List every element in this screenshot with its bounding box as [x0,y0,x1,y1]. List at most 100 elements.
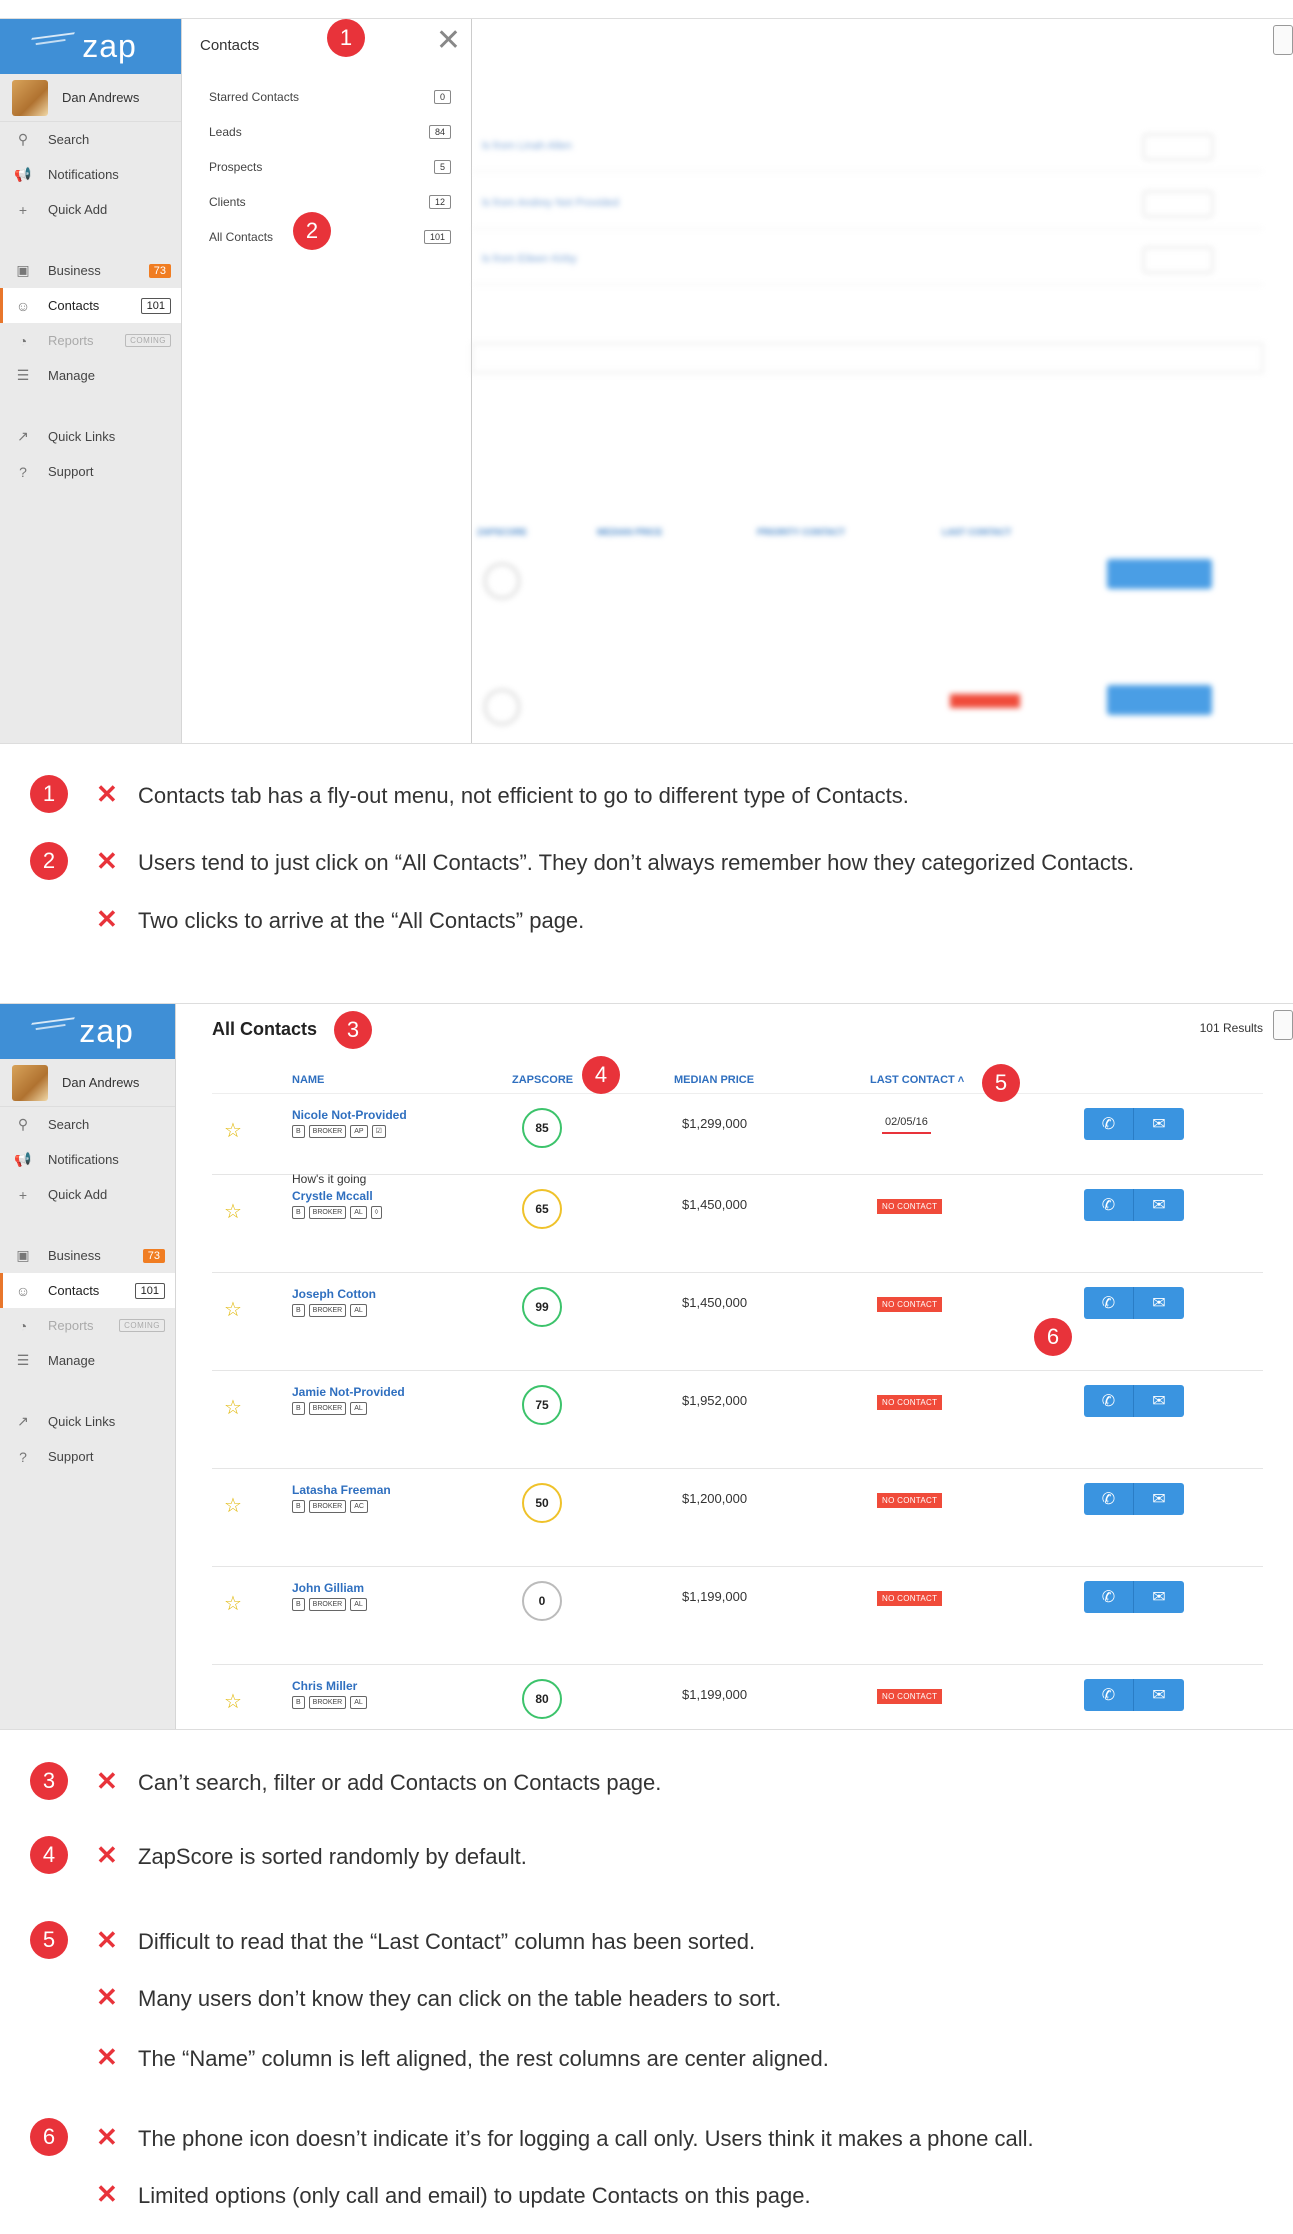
phone-icon[interactable]: ✆ [1084,1483,1134,1515]
star-icon[interactable]: ☆ [224,1199,242,1224]
contact-name[interactable]: Nicole Not-Provided [292,1108,407,1122]
zap-logo[interactable]: zap [0,19,181,74]
star-icon[interactable]: ☆ [224,1395,242,1420]
pie-chart-icon: ◔ [18,1317,28,1334]
briefcase-icon: ▣ [16,262,30,278]
flyout-title: Contacts [200,37,260,54]
contact-tag: ☑ [371,1125,386,1138]
email-icon[interactable]: ✉ [1134,1287,1184,1319]
contact-name[interactable]: Jamie Not-Provided [292,1385,405,1399]
panel-icon[interactable] [1273,25,1293,55]
sidebar-item-support[interactable]: ? Support [0,1439,175,1474]
marker-2: 2 [293,212,331,250]
user-profile[interactable]: Dan Andrews [0,1059,175,1107]
header-zapscore[interactable]: ZAPSCORE [512,1074,573,1086]
megaphone-icon: 📢 [14,166,32,182]
email-icon[interactable]: ✉ [1134,1189,1184,1221]
contact-name[interactable]: Crystle Mccall [292,1189,373,1203]
email-icon[interactable]: ✉ [1134,1385,1184,1417]
sidebar-item-notifications[interactable]: 📢 Notifications [0,157,181,192]
contact-tags: B BROKER AL [292,1696,367,1709]
header-name[interactable]: NAME [292,1074,324,1086]
sidebar-item-reports[interactable]: ◔ Reports COMING [0,1308,175,1343]
sidebar-item-business[interactable]: ▣ Business 73 [0,1238,175,1273]
x-icon: ✕ [96,1982,118,2012]
flyout-item-prospects[interactable]: Prospects 5 [209,149,451,184]
count-badge: 5 [433,159,451,174]
contact-tag: ◊ [370,1206,383,1219]
contact-name[interactable]: John Gilliam [292,1581,364,1595]
sidebar-item-quick-links[interactable]: ↗ Quick Links [0,1404,175,1439]
header-last-contact[interactable]: LAST CONTACT ˄ [870,1074,964,1086]
sidebar-item-search[interactable]: ⚲ Search [0,122,181,157]
median-price: $1,450,000 [682,1295,748,1310]
contact-name[interactable]: Latasha Freeman [292,1483,391,1497]
star-icon[interactable]: ☆ [224,1118,242,1143]
external-link-icon: ↗ [17,428,29,444]
phone-icon[interactable]: ✆ [1084,1189,1134,1221]
sidebar-item-quick-add[interactable]: + Quick Add [0,1177,175,1212]
star-icon[interactable]: ☆ [224,1493,242,1518]
phone-icon[interactable]: ✆ [1084,1385,1134,1417]
phone-icon[interactable]: ✆ [1084,1108,1134,1140]
x-icon: ✕ [96,2122,118,2152]
sidebar-item-contacts[interactable]: ☺ Contacts 101 [0,288,181,323]
email-icon[interactable]: ✉ [1134,1581,1184,1613]
phone-icon[interactable]: ✆ [1084,1287,1134,1319]
pie-chart-icon: ◔ [18,332,28,349]
table-row: ☆ Joseph Cotton B BROKER AL 99 $1,450,000 … [212,1273,1263,1371]
star-icon[interactable]: ☆ [224,1297,242,1322]
table-row: ☆ Chris Miller B BROKER AL 80 $1,199,000 N… [212,1665,1263,1729]
flyout-item-starred-contacts[interactable]: Starred Contacts 0 [209,79,451,114]
sidebar-item-reports[interactable]: ◔ Reports COMING [0,323,181,358]
zapscore-ring: 85 [522,1108,562,1148]
phone-icon[interactable]: ✆ [1084,1581,1134,1613]
panel-icon[interactable] [1273,1010,1293,1040]
contact-tags: B BROKER AL [292,1402,367,1415]
flyout-item-leads[interactable]: Leads 84 [209,114,451,149]
sidebar-item-quick-links[interactable]: ↗ Quick Links [0,419,181,454]
email-icon[interactable]: ✉ [1134,1108,1184,1140]
marker-5: 5 [982,1064,1020,1102]
row-actions: ✆ ✉ [1084,1189,1184,1221]
count-badge: 12 [428,194,451,209]
sidebar-item-search[interactable]: ⚲ Search [0,1107,175,1142]
count-badge: 101 [423,229,451,244]
sidebar-item-business[interactable]: ▣ Business 73 [0,253,181,288]
close-icon[interactable]: ✕ [436,23,461,58]
sidebar-item-notifications[interactable]: 📢 Notifications [0,1142,175,1177]
contact-tag: B [292,1206,305,1219]
row-actions: ✆ ✉ [1084,1581,1184,1613]
sidebar-item-support[interactable]: ? Support [0,454,181,489]
flyout-item-clients[interactable]: Clients 12 [209,184,451,219]
sidebar-badge: 73 [148,263,171,278]
sidebar-item-contacts[interactable]: ☺ Contacts 101 [0,1273,175,1308]
count-badge: 84 [428,124,451,139]
help-icon: ? [19,463,27,480]
email-icon[interactable]: ✉ [1134,1679,1184,1711]
contact-name[interactable]: Joseph Cotton [292,1287,376,1301]
median-price: $1,952,000 [682,1393,748,1408]
contact-name[interactable]: Chris Miller [292,1679,357,1693]
header-median-price[interactable]: MEDIAN PRICE [674,1074,754,1086]
nav-list: ⚲ Search 📢 Notifications + Quick Add ▣ Business… [0,122,181,489]
screenshot-flyout: zap Dan Andrews ⚲ Search 📢 Notifications + Qu… [0,18,1293,744]
zap-logo[interactable]: zap [0,1004,175,1059]
x-icon: ✕ [96,904,118,934]
avatar [12,79,48,116]
sidebar-item-manage[interactable]: ☰ Manage [0,358,181,393]
email-icon[interactable]: ✉ [1134,1483,1184,1515]
page-title: All Contacts [212,1019,318,1039]
phone-icon[interactable]: ✆ [1084,1679,1134,1711]
star-icon[interactable]: ☆ [224,1591,242,1616]
x-icon: ✕ [96,846,118,876]
sidebar-item-quick-add[interactable]: + Quick Add [0,192,181,227]
x-icon: ✕ [96,1840,118,1870]
contact-tag: B [292,1125,305,1138]
plus-icon: + [18,201,28,218]
sidebar-item-manage[interactable]: ☰ Manage [0,1343,175,1378]
star-icon[interactable]: ☆ [224,1689,242,1714]
last-contact-date: 02/05/16 [882,1116,931,1134]
user-profile[interactable]: Dan Andrews [0,74,181,122]
contact-tags: B BROKER AC [292,1500,368,1513]
